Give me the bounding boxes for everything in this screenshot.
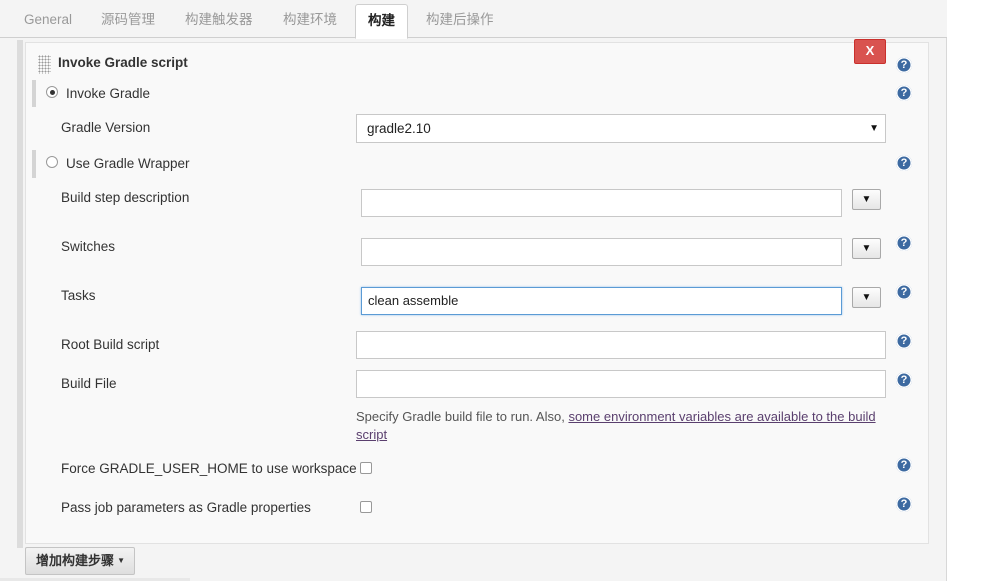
section-title: Invoke Gradle script	[58, 55, 188, 70]
tab-post-build[interactable]: 构建后操作	[414, 4, 506, 38]
build-file-label: Build File	[61, 376, 117, 391]
tab-bar: General 源码管理 构建触发器 构建环境 构建 构建后操作	[0, 0, 947, 39]
tab-build-triggers[interactable]: 构建触发器	[173, 4, 265, 38]
section-left-bar	[17, 40, 23, 548]
gradle-version-label: Gradle Version	[61, 120, 151, 135]
build-step-description-label: Build step description	[61, 190, 190, 205]
help-icon[interactable]: ?	[896, 372, 912, 388]
help-icon[interactable]: ?	[896, 235, 912, 251]
help-icon[interactable]: ?	[896, 496, 912, 512]
use-gradle-wrapper-label[interactable]: Use Gradle Wrapper	[66, 156, 190, 171]
tab-build[interactable]: 构建	[355, 4, 408, 39]
expand-textarea-button[interactable]: ▼	[852, 287, 881, 308]
tasks-label: Tasks	[61, 288, 96, 303]
drag-handle-icon[interactable]	[38, 55, 51, 74]
switches-label: Switches	[61, 239, 116, 254]
tab-general[interactable]: General	[12, 4, 84, 38]
build-file-description: Specify Gradle build file to run. Also, …	[356, 408, 896, 444]
help-icon[interactable]: ?	[896, 457, 912, 473]
help-icon[interactable]: ?	[896, 155, 912, 171]
option-indent-bar	[32, 80, 36, 107]
root-build-script-input[interactable]	[356, 331, 886, 359]
expand-textarea-button[interactable]: ▼	[852, 189, 881, 210]
tab-build-environment[interactable]: 构建环境	[271, 4, 349, 38]
help-icon[interactable]: ?	[896, 284, 912, 300]
gradle-version-select[interactable]: gradle2.10 ▼	[356, 114, 886, 143]
option-indent-bar	[32, 150, 36, 178]
expand-textarea-button[interactable]: ▼	[852, 238, 881, 259]
build-step-description-input[interactable]	[361, 189, 842, 217]
build-file-input[interactable]	[356, 370, 886, 398]
use-gradle-wrapper-radio[interactable]	[46, 156, 58, 168]
add-build-step-label: 增加构建步骤	[36, 553, 115, 568]
help-icon[interactable]: ?	[896, 85, 912, 101]
tasks-input[interactable]: clean assemble	[361, 287, 842, 315]
tab-source-control[interactable]: 源码管理	[89, 4, 167, 38]
caret-down-icon: ▼	[117, 556, 125, 565]
dropdown-arrow-icon: ▼	[869, 123, 879, 134]
delete-step-button[interactable]: X	[854, 39, 886, 64]
build-file-help-text: Specify Gradle build file to run. Also,	[356, 409, 569, 424]
gradle-version-value: gradle2.10	[367, 121, 431, 136]
switches-input[interactable]	[361, 238, 842, 266]
force-user-home-label: Force GRADLE_USER_HOME to use workspace	[61, 461, 357, 476]
force-user-home-checkbox[interactable]	[360, 462, 372, 474]
help-icon[interactable]: ?	[896, 333, 912, 349]
add-build-step-button[interactable]: 增加构建步骤 ▼	[25, 547, 135, 575]
pass-params-label: Pass job parameters as Gradle properties	[61, 500, 311, 515]
root-build-script-label: Root Build script	[61, 337, 160, 352]
help-icon[interactable]: ?	[896, 57, 912, 73]
invoke-gradle-label[interactable]: Invoke Gradle	[66, 86, 150, 101]
pass-params-checkbox[interactable]	[360, 501, 372, 513]
invoke-gradle-radio[interactable]	[46, 86, 58, 98]
